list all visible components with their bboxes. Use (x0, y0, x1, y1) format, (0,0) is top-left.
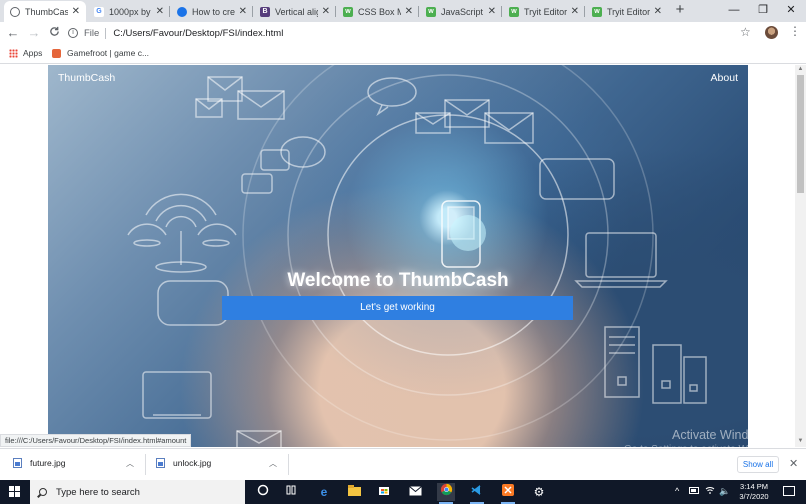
wifi-icon[interactable] (705, 486, 715, 496)
back-button[interactable]: ← (5, 25, 21, 41)
tab-how-to-create[interactable]: How to crea ✕ (171, 1, 253, 22)
bookmark-gamefroot[interactable]: Gamefroot | game c... (52, 48, 149, 58)
bootstrap-icon: B (260, 6, 270, 17)
tab-label: JavaScript P (441, 6, 484, 17)
stackoverflow-icon (177, 6, 187, 17)
download-item-unlock[interactable]: unlock.jpg (156, 458, 211, 468)
browser-menu-icon[interactable]: ⋮ (789, 24, 801, 38)
hero-background-image (127, 65, 707, 447)
xampp-icon[interactable] (499, 483, 517, 504)
gamefroot-icon (52, 48, 61, 58)
nav-about-link[interactable]: About (711, 72, 738, 84)
close-window-button[interactable]: ✕ (776, 2, 806, 18)
close-tab-icon[interactable]: ✕ (654, 6, 662, 17)
search-icon (39, 488, 47, 496)
w3schools-icon: w (509, 6, 519, 17)
close-tab-icon[interactable]: ✕ (239, 6, 247, 17)
file-explorer-icon[interactable] (345, 483, 363, 501)
tab-css-box-model[interactable]: w CSS Box Mo ✕ (337, 1, 419, 22)
store-icon[interactable] (375, 483, 393, 501)
info-icon[interactable]: i (68, 28, 78, 38)
minimize-button[interactable]: — (719, 2, 749, 18)
tab-label: Tryit Editor (524, 6, 567, 17)
status-bar-url: file:///C:/Users/Favour/Desktop/FSI/inde… (0, 434, 192, 447)
restore-button[interactable]: ❐ (748, 2, 778, 18)
chevron-up-icon[interactable]: ︿ (269, 458, 277, 469)
tab-tryit-editor-2[interactable]: w Tryit Editor ✕ (586, 1, 668, 22)
hero-headline: Welcome to ThumbCash (287, 270, 509, 291)
chevron-up-icon[interactable]: ^ (675, 486, 679, 496)
hero-banner: ThumbCash About Welcome to ThumbCash Let… (48, 65, 748, 447)
mail-icon[interactable] (406, 483, 424, 501)
page-viewport: ThumbCash About Welcome to ThumbCash Let… (0, 65, 795, 447)
image-file-icon (156, 458, 165, 468)
taskbar-clock[interactable]: 3:14 PM 3/7/2020 (733, 482, 775, 502)
tab-label: Tryit Editor (607, 6, 650, 17)
downloads-shelf: future.jpg ︿ unlock.jpg ︿ Show all ✕ (0, 448, 806, 479)
tab-label: ThumbCash (25, 6, 68, 17)
close-tab-icon[interactable]: ✕ (488, 6, 496, 17)
w3schools-icon: w (426, 6, 436, 17)
w3schools-icon: w (592, 6, 602, 17)
clock-time: 3:14 PM (740, 482, 768, 491)
profile-avatar[interactable] (765, 26, 778, 39)
volume-icon[interactable]: 🔈 (719, 486, 730, 497)
bookmarks-bar: Apps Gamefroot | game c... (0, 44, 806, 64)
globe-icon (10, 6, 20, 17)
tab-label: CSS Box Mo (358, 6, 401, 17)
chrome-icon[interactable] (437, 483, 455, 504)
reload-button[interactable] (46, 25, 62, 41)
cortana-icon[interactable] (254, 483, 272, 501)
scroll-down-arrow[interactable]: ▼ (796, 438, 805, 444)
activate-windows-title: Activate Windows (672, 428, 748, 442)
brand-link[interactable]: ThumbCash (58, 72, 115, 84)
tab-thumbcash[interactable]: ThumbCash ✕ (4, 1, 86, 22)
close-tab-icon[interactable]: ✕ (156, 6, 164, 17)
address-url: C:/Users/Favour/Desktop/FSI/index.html (113, 27, 284, 39)
close-tab-icon[interactable]: ✕ (322, 6, 330, 17)
get-working-button[interactable]: Let's get working (222, 296, 573, 320)
vscode-icon[interactable] (468, 483, 486, 504)
apps-grid-icon (9, 48, 18, 58)
close-tab-icon[interactable]: ✕ (405, 6, 413, 17)
scroll-up-arrow[interactable]: ▲ (796, 66, 805, 72)
settings-icon[interactable]: ⚙ (530, 483, 548, 501)
scrollbar-thumb[interactable] (797, 75, 804, 193)
bookmark-apps[interactable]: Apps (9, 48, 42, 58)
tab-tryit-editor-1[interactable]: w Tryit Editor ✕ (503, 1, 585, 22)
show-all-downloads-button[interactable]: Show all (737, 456, 779, 473)
reload-icon (49, 26, 59, 36)
image-file-icon (13, 458, 22, 468)
chevron-up-icon[interactable]: ︿ (126, 458, 134, 469)
new-tab-button[interactable]: + (672, 2, 688, 18)
tab-javascript[interactable]: w JavaScript P ✕ (420, 1, 502, 22)
address-scheme: File (84, 27, 100, 39)
tab-label: 1000px by 1 (109, 6, 152, 17)
edge-icon[interactable]: e (315, 483, 333, 501)
close-shelf-icon[interactable]: ✕ (789, 457, 798, 470)
battery-icon[interactable] (689, 486, 700, 496)
tab-strip: ThumbCash ✕ G 1000px by 1 ✕ How to crea … (0, 0, 806, 22)
forward-button[interactable]: → (26, 25, 42, 41)
tab-label: Vertical alig (275, 6, 318, 17)
browser-toolbar: ← → i File C:/Users/Favour/Desktop/FSI/i… (0, 22, 806, 44)
notification-icon[interactable] (783, 486, 795, 496)
download-item-future[interactable]: future.jpg (13, 458, 65, 468)
taskbar-search-box[interactable]: Type here to search (30, 480, 245, 504)
google-icon: G (94, 6, 104, 17)
address-bar[interactable]: i File C:/Users/Favour/Desktop/FSI/index… (68, 24, 762, 42)
close-tab-icon[interactable]: ✕ (571, 6, 579, 17)
task-view-icon[interactable] (282, 483, 300, 501)
tab-google-search[interactable]: G 1000px by 1 ✕ (88, 1, 170, 22)
tab-label: How to crea (192, 6, 235, 17)
tab-vertical-align[interactable]: B Vertical alig ✕ (254, 1, 336, 22)
windows-taskbar: Type here to search e ⚙ ^ 🔈 3:14 PM 3/7/… (0, 480, 806, 504)
bookmark-star-icon[interactable]: ☆ (740, 25, 751, 39)
windows-start-icon[interactable] (9, 486, 20, 497)
clock-date: 3/7/2020 (739, 492, 769, 501)
w3schools-icon: w (343, 6, 353, 17)
close-tab-icon[interactable]: ✕ (72, 6, 80, 17)
